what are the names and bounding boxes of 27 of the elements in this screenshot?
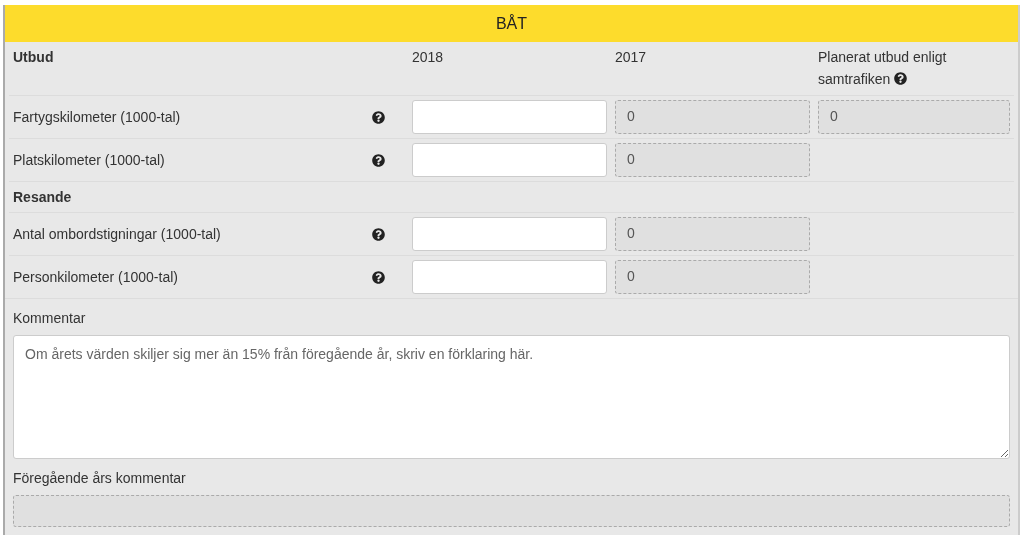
readonly-field: 0 [615,143,810,177]
row-label: Antal ombordstigningar (1000-tal) [13,225,221,244]
help-icon[interactable] [372,110,385,124]
field-label: Föregående års kommentar [13,469,187,488]
readonly-field: 0 [615,217,810,251]
row-label: Personkilometer (1000-tal) [13,268,178,287]
help-icon[interactable] [894,72,908,85]
help-icon[interactable] [372,270,385,284]
readonly-field: 0 [818,100,1010,134]
section-title: BÅT [495,14,528,33]
input-field[interactable] [412,143,607,177]
row-label: Platskilometer (1000-tal) [13,151,165,170]
help-icon[interactable] [372,227,385,241]
input-field[interactable] [412,100,607,134]
readonly-field: 0 [615,260,810,294]
help-icon[interactable] [372,153,385,167]
section-heading: Resande [13,188,72,207]
group-heading: Utbud [13,48,54,67]
row-label: Fartygskilometer (1000-tal) [13,108,181,127]
column-header: 2018 [412,48,444,67]
input-field[interactable] [412,217,607,251]
readonly-field: 0 [615,100,810,134]
comment-field[interactable]: Om årets värden skiljer sig mer än 15% från föregående år, skriv en förklaring här. [13,335,1010,459]
input-field[interactable] [412,260,607,294]
field-label: Kommentar [13,309,87,328]
column-header: Planerat utbud enligt samtrafiken [818,48,948,89]
column-header: 2017 [615,48,647,67]
